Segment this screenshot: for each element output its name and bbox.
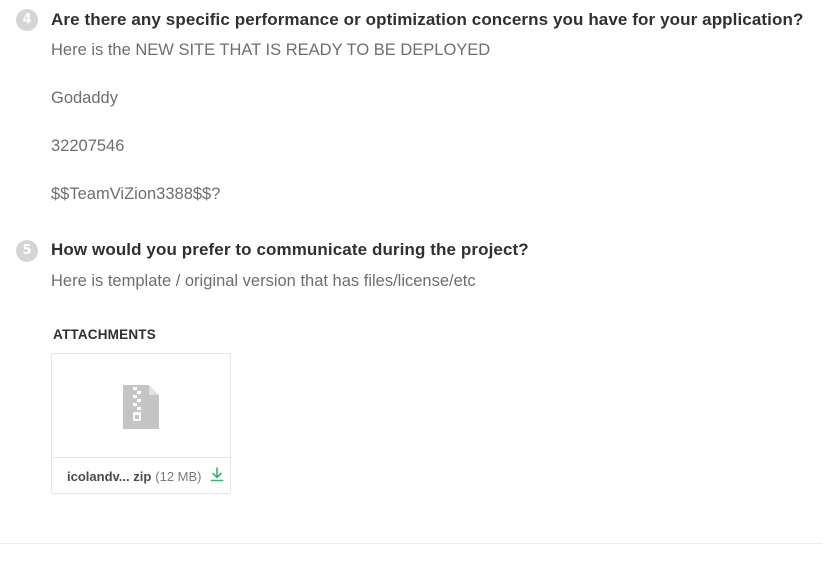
attachment-preview[interactable]: [52, 354, 230, 458]
answer-line: Here is the NEW SITE THAT IS READY TO BE…: [51, 41, 491, 59]
section-divider: [0, 543, 823, 544]
zip-file-icon: [123, 385, 159, 434]
question-text: Are there any specific performance or op…: [51, 10, 804, 29]
answer-line: $$TeamViZion3388$$?: [51, 185, 221, 203]
answer-line: 32207546: [51, 137, 125, 155]
question-text: How would you prefer to communicate duri…: [51, 240, 529, 259]
answer-line: Godaddy: [51, 89, 118, 107]
question-number-badge: 5: [16, 240, 38, 262]
attachment-filename[interactable]: icolandv... zip: [67, 469, 151, 484]
answer-line: Here is template / original version that…: [51, 272, 476, 290]
attachment-filesize: (12 MB): [155, 468, 202, 484]
attachment-card[interactable]: icolandv... zip (12 MB): [51, 353, 231, 494]
attachment-footer: icolandv... zip (12 MB): [67, 467, 224, 485]
question-number-badge: 4: [16, 9, 38, 31]
attachments-heading: ATTACHMENTS: [53, 327, 156, 342]
download-icon[interactable]: [210, 467, 224, 485]
